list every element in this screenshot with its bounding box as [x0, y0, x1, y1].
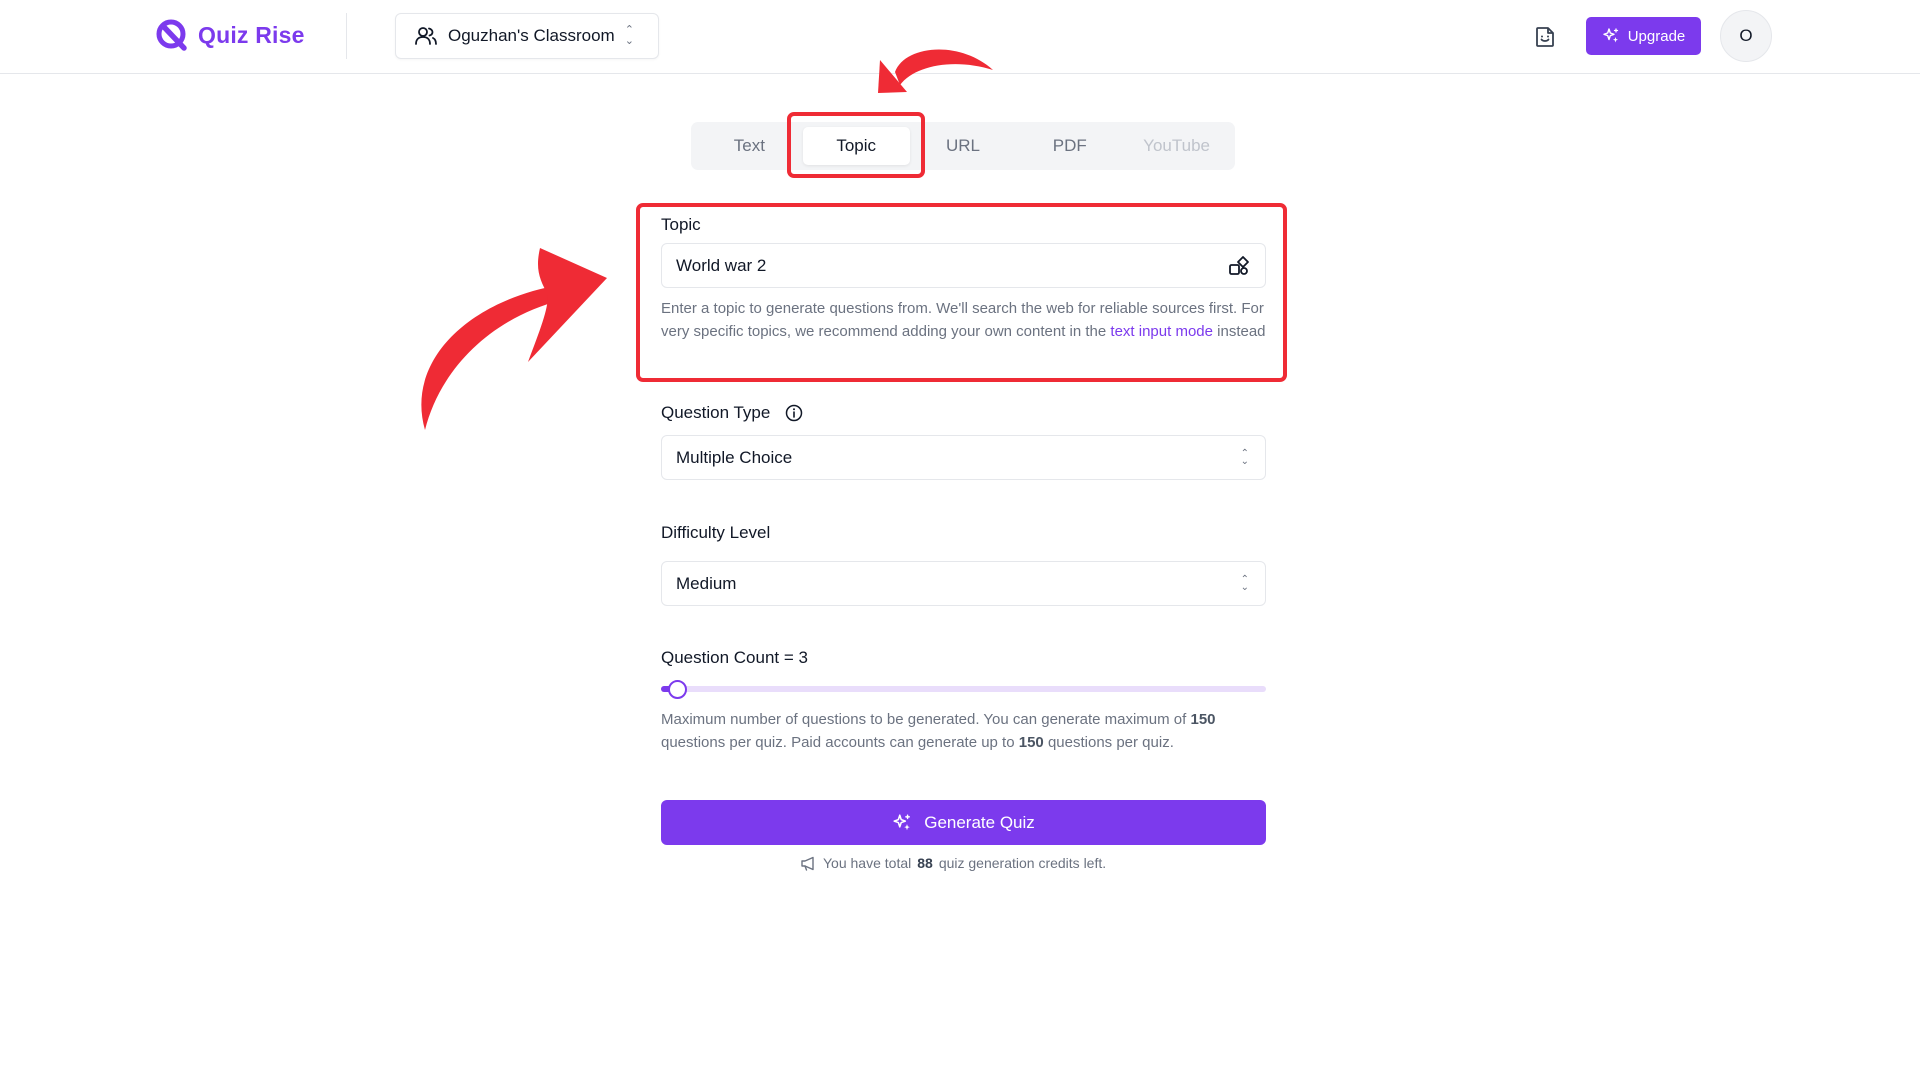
- difficulty-select[interactable]: Medium ⌃ ⌄: [661, 561, 1266, 606]
- header-divider: [346, 13, 347, 59]
- difficulty-label: Difficulty Level: [661, 523, 771, 542]
- question-count-label: Question Count = 3: [661, 648, 808, 667]
- highlight-box-topic-tab: [787, 112, 925, 178]
- tab-url[interactable]: URL: [910, 127, 1017, 165]
- classroom-name: Oguzhan's Classroom: [448, 26, 615, 45]
- question-type-value: Multiple Choice: [676, 447, 793, 467]
- tab-youtube[interactable]: YouTube: [1123, 127, 1230, 165]
- credits-count: 88: [917, 855, 933, 871]
- arrow-icon-left: [421, 285, 562, 430]
- tab-pdf[interactable]: PDF: [1016, 127, 1123, 165]
- credits-suffix: quiz generation credits left.: [938, 855, 1107, 871]
- input-mode-tabs: Text Topic URL PDF YouTube: [691, 122, 1235, 170]
- question-type-label: Question Type: [661, 403, 771, 422]
- header-action-button[interactable]: [1530, 22, 1560, 52]
- chevron-updown-icon: ⌃ ⌄: [1240, 447, 1249, 467]
- highlight-box-topic-field: [636, 203, 1287, 382]
- upgrade-button[interactable]: Upgrade: [1586, 17, 1701, 55]
- user-avatar[interactable]: O: [1720, 10, 1772, 62]
- question-count-help-text: Maximum number of questions to be genera…: [661, 708, 1271, 754]
- generate-quiz-button[interactable]: Generate Quiz: [661, 800, 1266, 845]
- count-max-paid: 150: [1018, 734, 1044, 751]
- file-smile-icon: [1536, 27, 1554, 47]
- chevron-updown-icon: ⌃ ⌄: [624, 24, 634, 47]
- credits-prefix: You have total: [823, 855, 912, 871]
- megaphone-icon: [801, 856, 814, 871]
- brand-name: Quiz Rise: [198, 21, 305, 48]
- question-count-slider-thumb[interactable]: [667, 680, 687, 699]
- difficulty-value: Medium: [676, 573, 737, 593]
- users-icon: [415, 27, 437, 45]
- count-max-free: 150: [1190, 711, 1216, 728]
- sparkles-icon: [893, 813, 911, 830]
- quiz-rise-logo-icon: [156, 19, 187, 51]
- upgrade-label: Upgrade: [1627, 27, 1686, 45]
- credits-info: You have total 88 quiz generation credit…: [800, 855, 1106, 871]
- classroom-selector[interactable]: Oguzhan's Classroom ⌃ ⌄: [395, 13, 659, 59]
- count-help-part3: questions per quiz.: [1047, 734, 1174, 751]
- count-help-part1: Maximum number of questions to be genera…: [661, 711, 1187, 728]
- question-count-slider-track[interactable]: [661, 686, 1266, 692]
- sparkles-icon: [1603, 28, 1618, 43]
- question-type-select[interactable]: Multiple Choice ⌃ ⌄: [661, 435, 1266, 480]
- brand-logo[interactable]: Quiz Rise: [154, 16, 305, 54]
- generate-quiz-label: Generate Quiz: [924, 812, 1035, 832]
- arrow-icon-left-head: [528, 248, 607, 362]
- info-icon[interactable]: [785, 404, 803, 422]
- count-help-part2: questions per quiz. Paid accounts can ge…: [661, 734, 1015, 751]
- top-header: Quiz Rise Oguzhan's Classroom ⌃ ⌄ Upgrade…: [0, 0, 1920, 74]
- chevron-updown-icon: ⌃ ⌄: [1240, 573, 1249, 593]
